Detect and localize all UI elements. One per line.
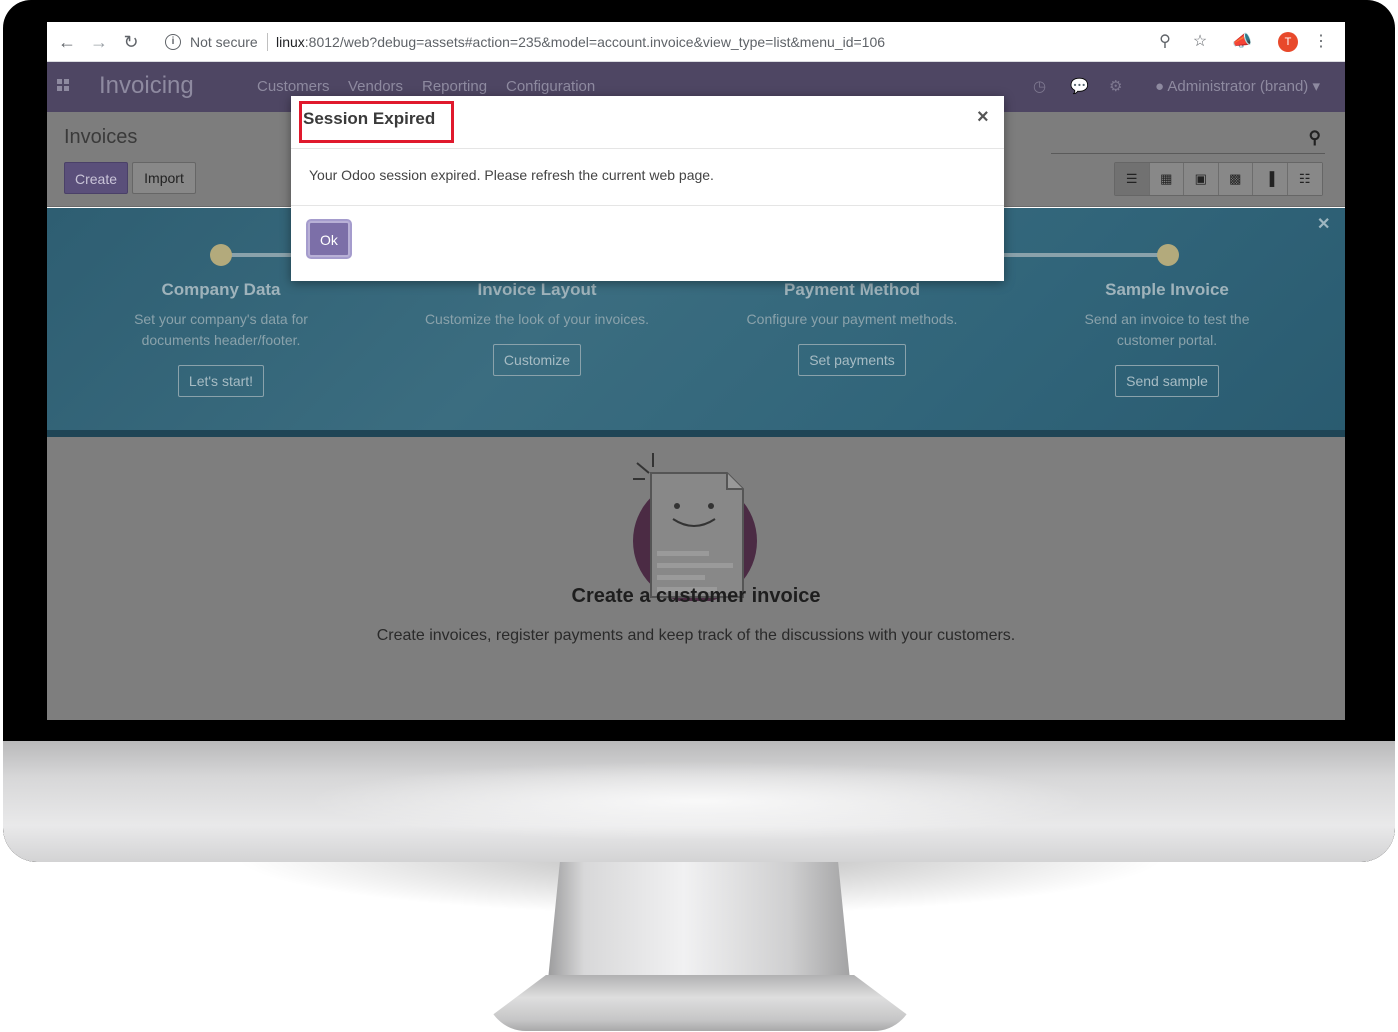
- step-payment-method: Payment Method Configure your payment me…: [727, 280, 977, 376]
- breadcrumb: Invoices: [64, 126, 138, 148]
- app-title: Invoicing: [99, 72, 194, 99]
- lets-start-button[interactable]: Let's start!: [177, 365, 265, 397]
- kanban-view-icon[interactable]: ▦: [1149, 163, 1184, 195]
- step-description: Customize the look of your invoices.: [424, 311, 650, 327]
- menu-vendors[interactable]: Vendors: [348, 78, 403, 95]
- info-icon[interactable]: i: [165, 34, 181, 50]
- import-button[interactable]: Import: [132, 162, 196, 194]
- dialog-message: Your Odoo session expired. Please refres…: [309, 167, 714, 183]
- back-icon[interactable]: ←: [56, 31, 78, 53]
- calendar-view-icon[interactable]: ▣: [1184, 163, 1219, 195]
- step-invoice-layout: Invoice Layout Customize the look of you…: [412, 280, 662, 376]
- user-menu[interactable]: ● Administrator (brand) ▾: [1155, 77, 1320, 95]
- ok-button[interactable]: Ok: [308, 221, 350, 257]
- send-sample-button[interactable]: Send sample: [1115, 365, 1219, 397]
- dialog-footer: Ok: [291, 205, 1004, 281]
- clock-icon[interactable]: ◷: [1033, 77, 1046, 95]
- step-title: Invoice Layout: [477, 280, 597, 299]
- dialog-title: Session Expired: [303, 109, 436, 128]
- user-icon: ●: [1155, 78, 1168, 95]
- step-description: Configure your payment methods.: [746, 311, 958, 327]
- set-payments-button[interactable]: Set payments: [798, 344, 906, 376]
- close-icon[interactable]: ✕: [1317, 214, 1330, 234]
- step-company-data: Company Data Set your company's data for…: [96, 280, 346, 397]
- monitor-base: [486, 975, 914, 1031]
- step-title: Payment Method: [783, 280, 921, 299]
- security-label: Not secure: [190, 34, 258, 50]
- url-host: linux: [276, 34, 305, 50]
- step-dot: [210, 244, 232, 266]
- dialog-close-icon[interactable]: ×: [977, 106, 989, 129]
- empty-state-description: Create invoices, register payments and k…: [376, 627, 1016, 644]
- menu-dots-icon[interactable]: ⋮: [1310, 31, 1332, 53]
- forward-icon[interactable]: →: [88, 31, 110, 53]
- monitor-chin: [3, 741, 1395, 862]
- empty-state-title: Create a customer invoice: [571, 585, 821, 607]
- url-path: :8012/web?debug=assets#action=235&model=…: [304, 34, 886, 50]
- step-sample-invoice: Sample Invoice Send an invoice to test t…: [1042, 280, 1292, 397]
- grid-view-icon[interactable]: ☷: [1287, 163, 1322, 195]
- view-switcher: ☰ ▦ ▣ ▩ ▐ ☷: [1114, 162, 1323, 196]
- empty-state: Create a customer invoice Create invoice…: [47, 437, 1345, 720]
- apps-grid-icon[interactable]: [57, 79, 69, 91]
- reload-icon[interactable]: ↻: [120, 31, 142, 53]
- step-dot: [1157, 244, 1179, 266]
- create-button[interactable]: Create: [64, 162, 128, 194]
- browser-toolbar: ← → ↻ i Not secure linux:8012/web?debug=…: [47, 22, 1345, 62]
- address-bar[interactable]: linux:8012/web?debug=assets#action=235&m…: [276, 34, 885, 50]
- graph-view-icon[interactable]: ▐: [1253, 163, 1288, 195]
- step-description: Send an invoice to test the customer por…: [1084, 311, 1250, 348]
- customize-button[interactable]: Customize: [492, 344, 582, 376]
- invoice-illustration-icon: [633, 453, 757, 601]
- pivot-view-icon[interactable]: ▩: [1218, 163, 1253, 195]
- session-expired-dialog: Session Expired × Your Odoo session expi…: [291, 96, 1004, 281]
- chin-glow: [303, 761, 1095, 841]
- menu-customers[interactable]: Customers: [257, 78, 330, 95]
- star-icon[interactable]: ☆: [1189, 31, 1211, 53]
- zoom-icon[interactable]: ⚲: [1154, 31, 1176, 53]
- caret-down-icon: ▾: [1308, 78, 1320, 95]
- dialog-header: Session Expired ×: [291, 96, 1004, 149]
- step-title: Sample Invoice: [1105, 280, 1229, 299]
- chat-icon[interactable]: 💬: [1070, 77, 1089, 95]
- megaphone-icon[interactable]: 📣: [1231, 31, 1253, 53]
- onboarding-bottom-strip: [47, 430, 1345, 437]
- monitor-stand: [548, 860, 850, 980]
- user-name: Administrator (brand): [1167, 78, 1309, 95]
- list-view-icon[interactable]: ☰: [1115, 163, 1150, 195]
- menu-reporting[interactable]: Reporting: [422, 78, 487, 95]
- bug-icon[interactable]: ⚙: [1109, 77, 1122, 95]
- profile-avatar[interactable]: T: [1278, 32, 1298, 52]
- step-title: Company Data: [161, 280, 281, 299]
- search-icon[interactable]: ⚲: [1309, 128, 1321, 148]
- menu-configuration[interactable]: Configuration: [506, 78, 595, 95]
- search-input[interactable]: ⚲: [1051, 124, 1325, 154]
- step-description: Set your company's data for documents he…: [134, 311, 308, 348]
- url-separator: [267, 33, 268, 51]
